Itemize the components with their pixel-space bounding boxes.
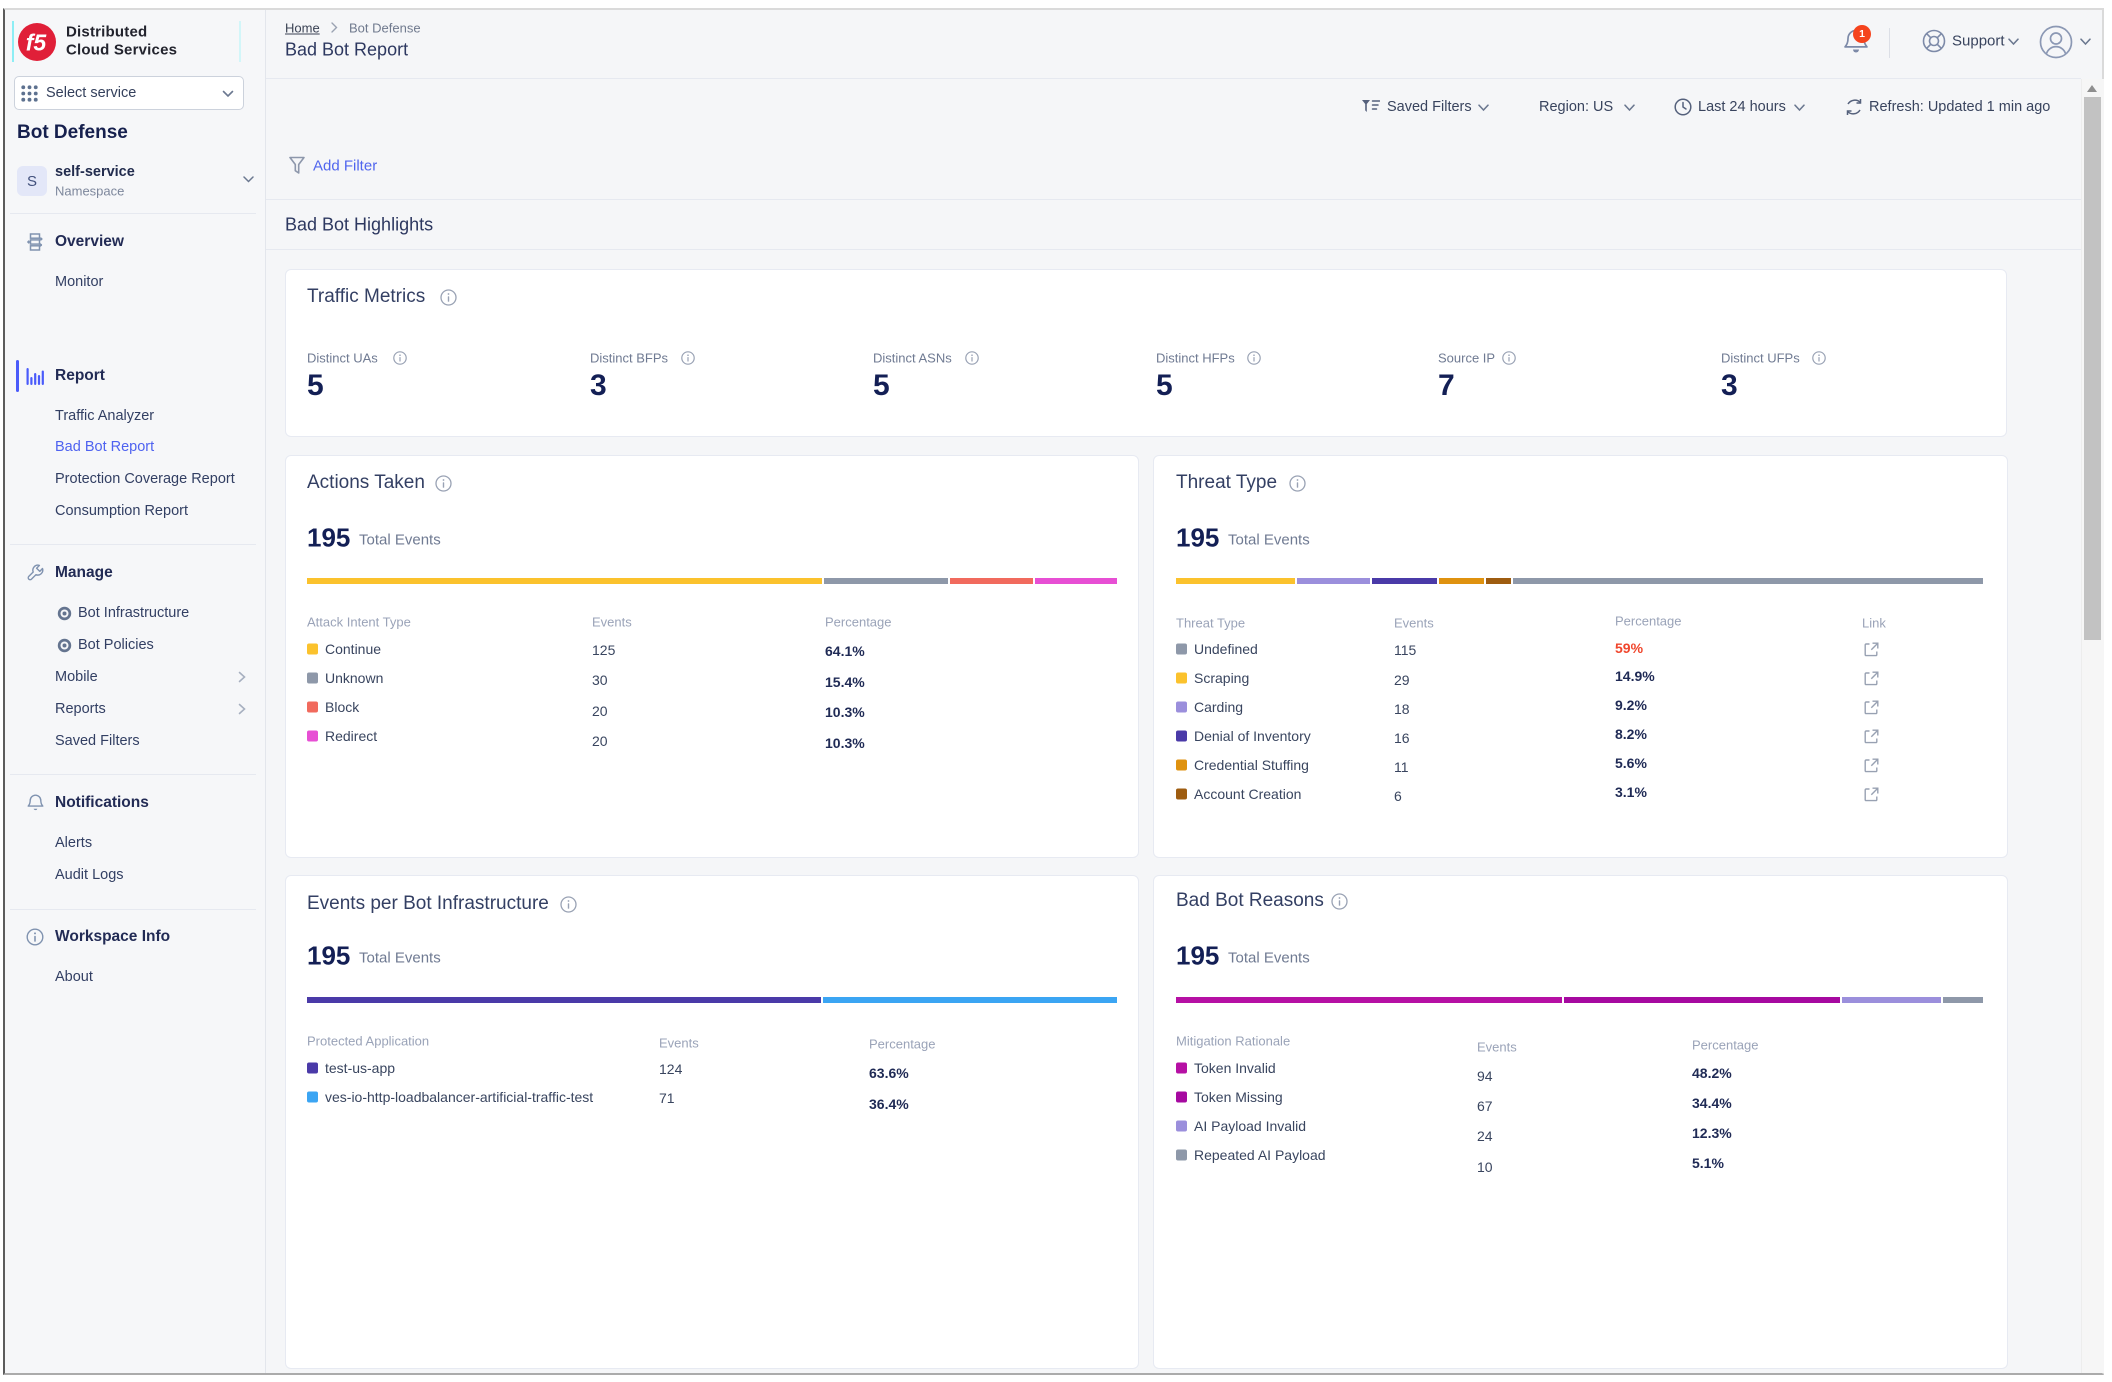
svg-text:f5: f5: [26, 30, 48, 56]
